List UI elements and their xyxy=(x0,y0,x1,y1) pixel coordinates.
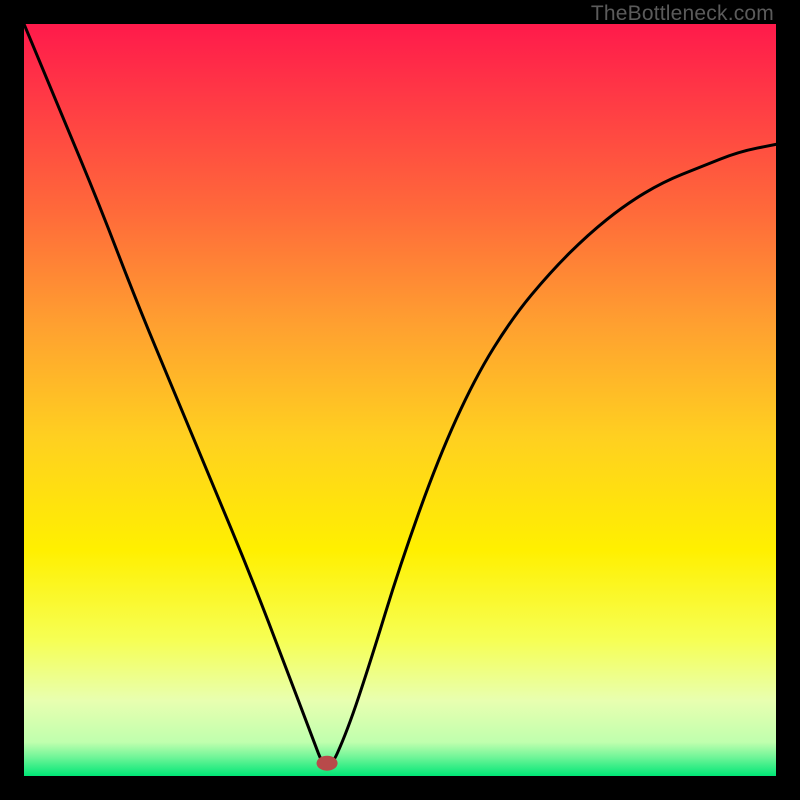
gradient-background xyxy=(24,24,776,776)
chart-canvas xyxy=(24,24,776,776)
chart-frame xyxy=(24,24,776,776)
watermark-text: TheBottleneck.com xyxy=(591,2,774,26)
optimum-marker xyxy=(317,756,338,771)
